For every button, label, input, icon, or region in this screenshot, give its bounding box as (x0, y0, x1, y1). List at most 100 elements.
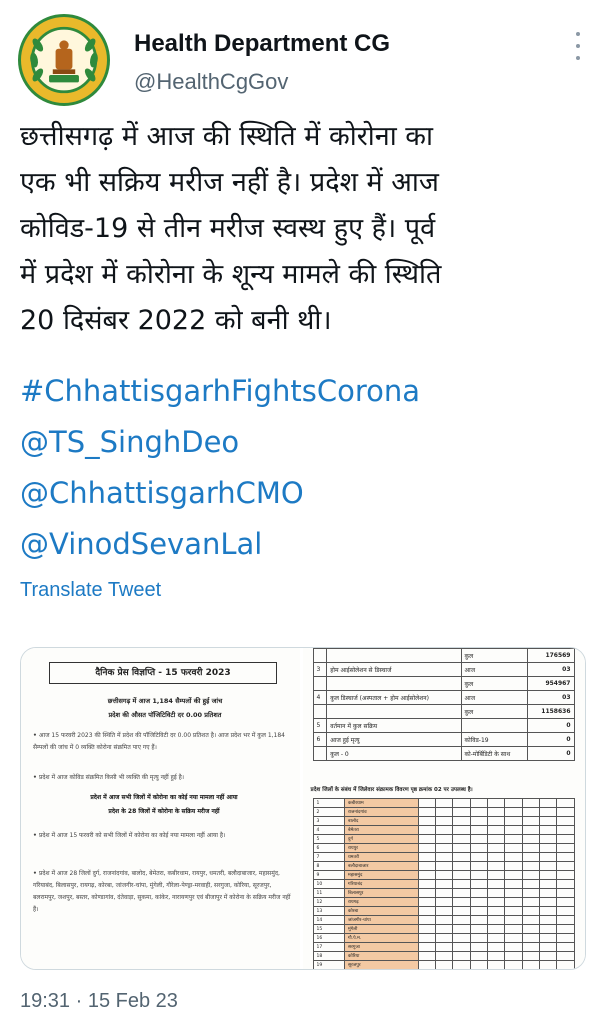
district-cell (469, 870, 488, 880)
district-cell (521, 924, 540, 934)
district-name: दुर्ग (344, 834, 419, 844)
district-cell (486, 816, 506, 826)
district-cell (434, 897, 454, 907)
district-index: 15 (312, 924, 345, 934)
district-cell (521, 933, 540, 943)
district-cell (469, 906, 488, 916)
district-cell (452, 951, 471, 961)
summary-row: कुल 954967 (312, 676, 575, 691)
district-cell (538, 879, 558, 889)
district-cell (504, 951, 523, 961)
district-cell (434, 915, 454, 925)
district-cell (556, 879, 575, 889)
row-number: 5 (312, 718, 328, 733)
district-cell (417, 924, 436, 934)
district-cell (538, 807, 558, 817)
tweet-header: Health Department CG @HealthCgGov (18, 14, 589, 106)
user-handle[interactable]: @HealthCgGov (134, 69, 288, 95)
district-cell (556, 834, 575, 844)
district-cell (486, 942, 506, 952)
district-cell (486, 951, 506, 961)
district-index: 10 (312, 879, 345, 889)
avatar[interactable] (18, 14, 110, 106)
district-cell (486, 960, 506, 969)
district-row: 13 कोरबा (312, 906, 575, 916)
row-label: कुल - 0 (326, 746, 462, 761)
district-cell (504, 933, 523, 943)
district-row: 18 कोरिया (312, 951, 575, 961)
statistics-table-image[interactable]: कुल 176569 3 होम आईसोलेशन से डिस्चार्ज आज 03 क… (302, 648, 585, 969)
district-cell (521, 951, 540, 961)
district-cell (469, 825, 488, 835)
press-release-bold-line: प्रदेश में आज सभी जिलों में कोरोना का को… (90, 794, 238, 801)
row-value: 1158636 (527, 704, 575, 719)
district-cell (521, 897, 540, 907)
tweet-timestamp[interactable]: 19:31 · 15 Feb 23 (20, 990, 178, 1013)
row-value: 176569 (527, 648, 575, 663)
district-cell (538, 897, 558, 907)
hashtag-link[interactable]: #ChhattisgarhFightsCorona (20, 374, 420, 408)
translate-tweet-link[interactable]: Translate Tweet (20, 579, 161, 602)
tweet-line: में प्रदेश में कोरोना के शून्य मामले की … (20, 259, 442, 290)
more-options-icon[interactable] (569, 32, 587, 60)
district-index: 5 (312, 834, 345, 844)
district-cell (486, 861, 506, 871)
press-release-paragraph: आज 15 फरवरी 2023 की स्थिति में प्रदेश की… (33, 730, 295, 754)
row-sub-label: कोविड-19 (460, 732, 529, 747)
district-row: 3 बालोद (312, 816, 575, 826)
mention-link[interactable]: @ChhattisgarhCMO (20, 476, 304, 510)
summary-row: कुल - 0 को-मोर्बिडिटी के साथ 0 (312, 746, 575, 761)
district-cell (538, 906, 558, 916)
summary-row: कुल 176569 (312, 648, 575, 663)
press-release-paragraph: प्रदेश में आज कोविड संक्रमित किसी भी व्य… (33, 772, 295, 784)
mention-link[interactable]: @VinodSevanLal (20, 527, 262, 561)
row-value: 0 (527, 732, 575, 747)
district-cell (556, 798, 575, 808)
district-index: 14 (312, 915, 345, 925)
district-cell (486, 906, 506, 916)
press-release-paragraph: प्रदेश में आज 15 फरवरी को सभी जिलों में … (33, 830, 295, 842)
district-cell (452, 861, 471, 871)
district-cell (504, 834, 523, 844)
district-cell (538, 933, 558, 943)
district-cell (521, 942, 540, 952)
row-number (312, 648, 328, 663)
district-cell (417, 861, 436, 871)
district-cell (452, 933, 471, 943)
district-cell (452, 816, 471, 826)
district-cell (417, 825, 436, 835)
district-cell (434, 960, 454, 969)
district-cell (521, 843, 540, 853)
row-label (326, 704, 462, 719)
display-name[interactable]: Health Department CG (134, 30, 390, 58)
district-index: 16 (312, 933, 345, 943)
row-label (326, 648, 462, 663)
district-cell (504, 915, 523, 925)
district-index: 2 (312, 807, 345, 817)
press-release-headline: छत्तीसगढ़ में आज 1,184 सैम्पलों की हुई ज… (107, 697, 223, 705)
district-cell (469, 915, 488, 925)
district-cell (486, 897, 506, 907)
table-caption: प्रदेश जिलों के संबंध में जिलेवार संक्रा… (310, 787, 473, 793)
district-row: 10 गरियाबंद (312, 879, 575, 889)
district-cell (486, 879, 506, 889)
district-name: बलौदाबाजार (344, 861, 419, 871)
district-cell (452, 870, 471, 880)
district-cell (469, 816, 488, 826)
district-cell (538, 798, 558, 808)
press-release-image[interactable]: दैनिक प्रेस विज्ञप्ति - 15 फरवरी 2023 छत… (21, 648, 303, 969)
district-name: मुंगेली (344, 924, 419, 934)
district-cell (469, 843, 488, 853)
summary-table: कुल 176569 3 होम आईसोलेशन से डिस्चार्ज आज 03 क… (312, 648, 575, 761)
row-value: 0 (527, 746, 575, 761)
district-cell (556, 897, 575, 907)
row-sub-label: आज (460, 690, 529, 705)
district-cell (434, 906, 454, 916)
press-release-subheadline: प्रदेश की औसत पॉजिटिविटी दर 0.00 प्रतिशत (108, 711, 222, 719)
row-label: आज हुई मृत्यु (326, 732, 462, 747)
district-cell (452, 942, 471, 952)
tweet-media[interactable]: दैनिक प्रेस विज्ञप्ति - 15 फरवरी 2023 छत… (20, 647, 586, 970)
district-cell (556, 816, 575, 826)
mention-link[interactable]: @TS_SinghDeo (20, 425, 239, 459)
district-row: 14 जांजगीर-चांपा (312, 915, 575, 925)
